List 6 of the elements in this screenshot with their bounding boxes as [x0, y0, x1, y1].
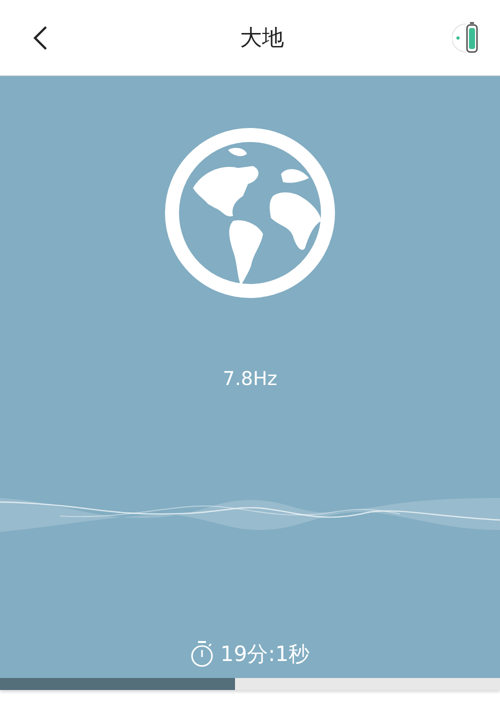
frequency-label: 7.8Hz: [222, 368, 278, 390]
globe-icon: [163, 126, 337, 300]
back-icon[interactable]: [32, 24, 48, 50]
timer-label: 19分:1秒: [220, 641, 310, 668]
stopwatch-icon: [190, 640, 214, 668]
page-title: 大地: [240, 24, 284, 52]
